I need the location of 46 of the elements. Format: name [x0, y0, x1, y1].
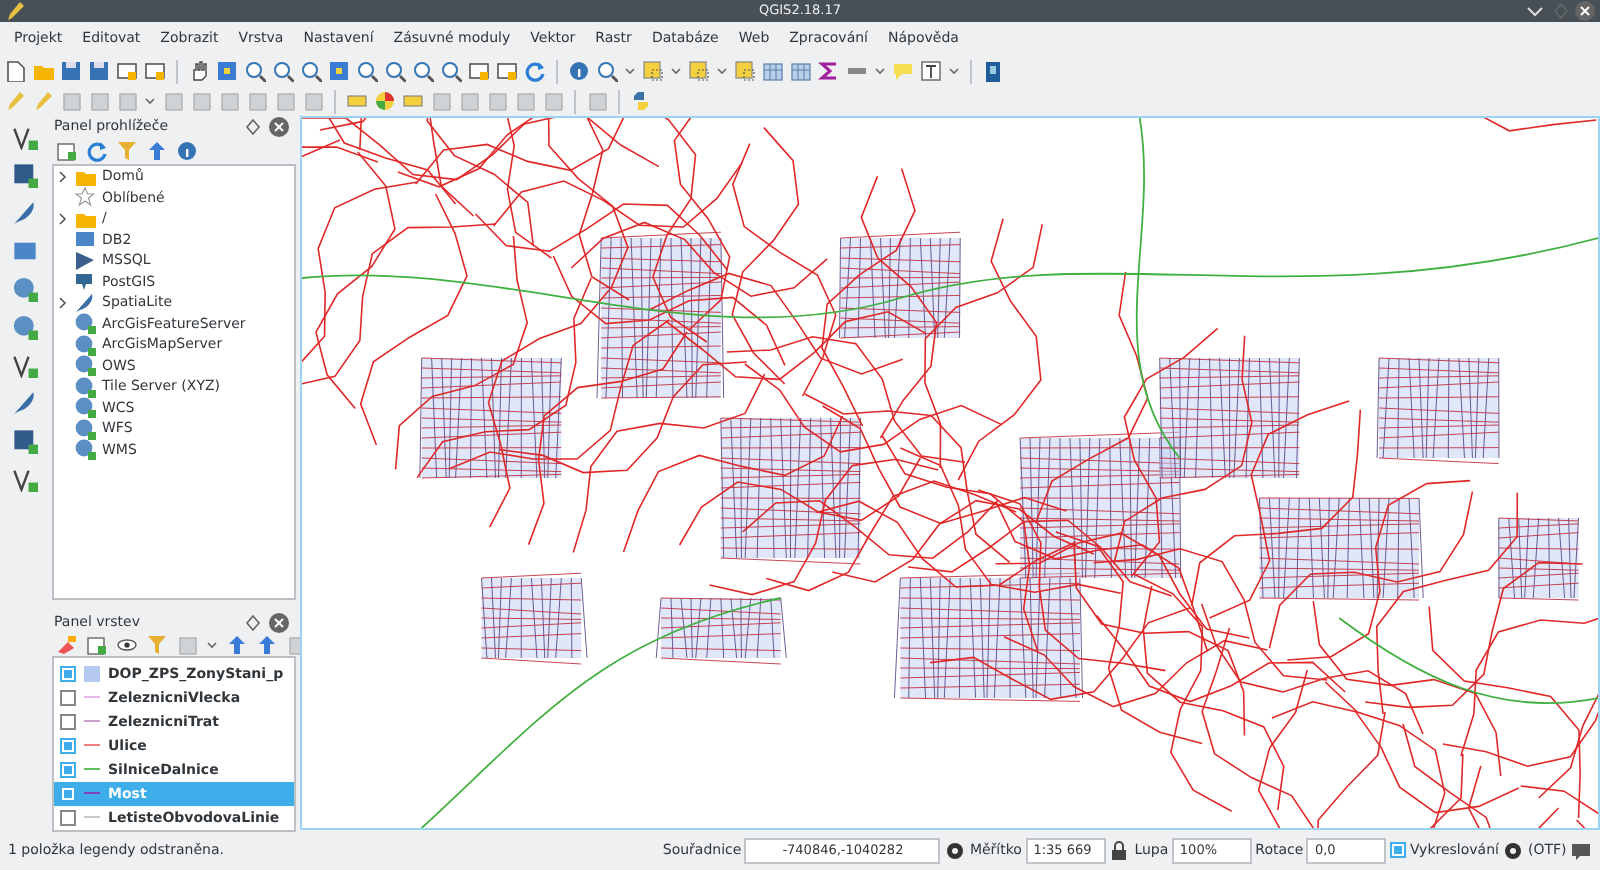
- pan-hand-icon[interactable]: [188, 60, 210, 82]
- help-book-icon[interactable]: [982, 60, 1004, 82]
- eye-icon[interactable]: [116, 634, 138, 656]
- select-icon[interactable]: [642, 60, 664, 82]
- close-icon[interactable]: [268, 612, 290, 634]
- add-vector-icon[interactable]: [11, 124, 37, 150]
- lock-icon[interactable]: [1108, 839, 1131, 861]
- float-icon[interactable]: [242, 612, 265, 634]
- checkbox[interactable]: [1390, 842, 1407, 858]
- window-icon[interactable]: [116, 60, 138, 82]
- close-icon[interactable]: [268, 116, 290, 138]
- globe-icon: [74, 417, 96, 440]
- close-icon[interactable]: [1574, 0, 1597, 22]
- label-icon[interactable]: [346, 90, 368, 112]
- globe-icon: [74, 438, 96, 461]
- globe-icon: [74, 375, 96, 398]
- checkbox[interactable]: [60, 809, 76, 826]
- search-icon[interactable]: [596, 60, 618, 82]
- checkbox[interactable]: [60, 785, 76, 802]
- table-icon[interactable]: [762, 60, 784, 82]
- diagram-icon[interactable]: [374, 90, 396, 112]
- messages-icon[interactable]: [1570, 839, 1592, 861]
- save-icon[interactable]: [60, 60, 82, 82]
- checkbox[interactable]: [60, 713, 76, 730]
- save-as-icon[interactable]: [88, 60, 110, 82]
- python-icon[interactable]: [630, 90, 652, 112]
- checkbox[interactable]: [60, 761, 76, 778]
- float-icon[interactable]: [242, 116, 265, 138]
- sigma-icon[interactable]: [818, 60, 840, 82]
- new-file-icon[interactable]: [4, 60, 26, 82]
- star-icon: [74, 186, 96, 209]
- database-icon: [74, 228, 96, 251]
- refresh-icon[interactable]: [86, 140, 108, 162]
- info-icon[interactable]: [568, 60, 590, 82]
- zoom-magnifier-icon[interactable]: [300, 60, 322, 82]
- feather-icon: [74, 291, 96, 314]
- globe-icon: [74, 312, 96, 335]
- globe-icon: [74, 333, 96, 356]
- globe-icon: [74, 396, 96, 419]
- checkbox[interactable]: [60, 665, 76, 682]
- refresh-icon[interactable]: [524, 60, 546, 82]
- info-icon[interactable]: [176, 140, 198, 162]
- globe-icon: [74, 354, 96, 377]
- checkbox[interactable]: [60, 737, 76, 754]
- text-annotation-icon[interactable]: [920, 60, 942, 82]
- checkbox[interactable]: [60, 689, 76, 706]
